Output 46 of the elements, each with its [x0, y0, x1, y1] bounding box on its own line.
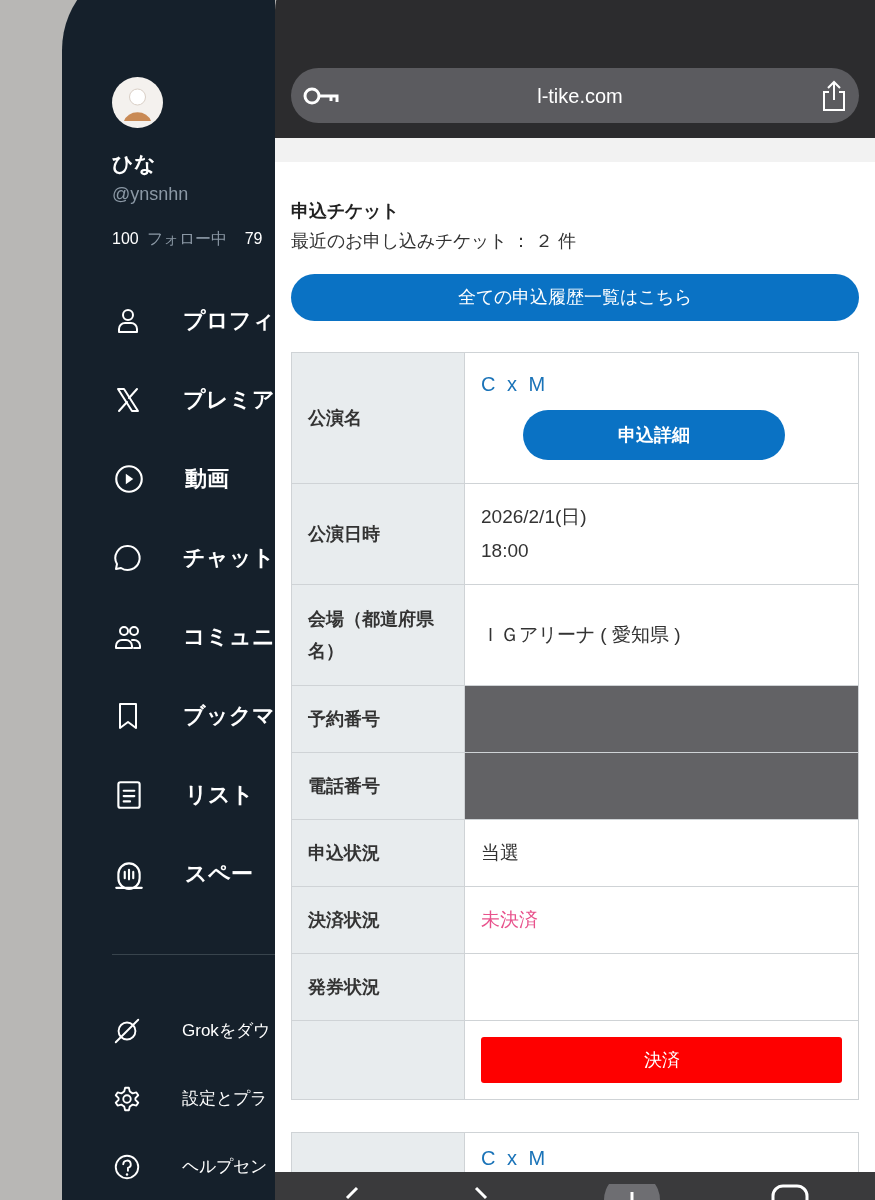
label-cell: 予約番号: [292, 686, 465, 752]
cell-text: ＩＧアリーナ ( 愛知県 ): [481, 623, 682, 647]
label-cell: 電話番号: [292, 753, 465, 819]
avatar[interactable]: [112, 77, 163, 128]
menu-item[interactable]: コミュニ: [112, 619, 275, 654]
section-title: 申込チケット: [291, 200, 400, 223]
event-link[interactable]: C x M: [481, 1147, 549, 1169]
detail-button[interactable]: 申込詳細: [522, 410, 785, 460]
payment-button[interactable]: 決済: [481, 1037, 842, 1083]
address-bar[interactable]: l-tike.com: [291, 68, 859, 123]
new-tab-icon[interactable]: [603, 1184, 660, 1200]
gear-icon: [112, 1084, 142, 1114]
history-button[interactable]: 全ての申込履歴一覧はこちら: [291, 274, 859, 321]
help-icon: [112, 1152, 142, 1182]
label-cell: 公演名: [292, 353, 465, 483]
menu-item[interactable]: Grokをダウ: [112, 1016, 275, 1046]
label-cell: 申込状況: [292, 820, 465, 886]
slashed-circle-icon: [112, 1016, 142, 1046]
user-name: ひな: [112, 151, 157, 178]
label-cell: 公演日時: [292, 484, 465, 584]
summary-text: 最近のお申し込みチケット ： ２ 件: [291, 230, 577, 253]
menu-item[interactable]: プロフィ: [112, 303, 275, 338]
menu-item[interactable]: 設定とプラ: [112, 1084, 275, 1114]
cell-text: 18:00: [481, 539, 530, 563]
menu-item[interactable]: リスト: [112, 777, 275, 812]
cell-text: 未決済: [481, 908, 539, 932]
following-count: 100: [112, 229, 139, 249]
cell-text: 2026/2/1(日): [481, 505, 588, 529]
menu-item[interactable]: スペー: [112, 856, 275, 891]
menu-item[interactable]: チャット: [112, 540, 275, 575]
menu-item[interactable]: ヘルプセン: [112, 1152, 275, 1182]
url-text: l-tike.com: [536, 83, 624, 109]
menu-item[interactable]: プレミア: [112, 382, 275, 417]
tabs-icon[interactable]: [771, 1184, 810, 1200]
cell-text: 当選: [481, 841, 520, 865]
label-cell: 発券状況: [292, 954, 465, 1020]
event-link[interactable]: C x M: [481, 373, 549, 395]
menu-item[interactable]: ブックマ: [112, 698, 275, 733]
key-icon: [303, 85, 339, 106]
label-cell: 決済状況: [292, 887, 465, 953]
followers-count: 79: [244, 229, 263, 249]
label-cell: 会場（都道府県名）: [292, 585, 465, 685]
menu-item[interactable]: 動画: [112, 461, 275, 496]
share-icon[interactable]: [821, 79, 847, 112]
user-handle: @ynsnhn: [112, 183, 190, 206]
following-label: フォロー中: [146, 229, 227, 249]
